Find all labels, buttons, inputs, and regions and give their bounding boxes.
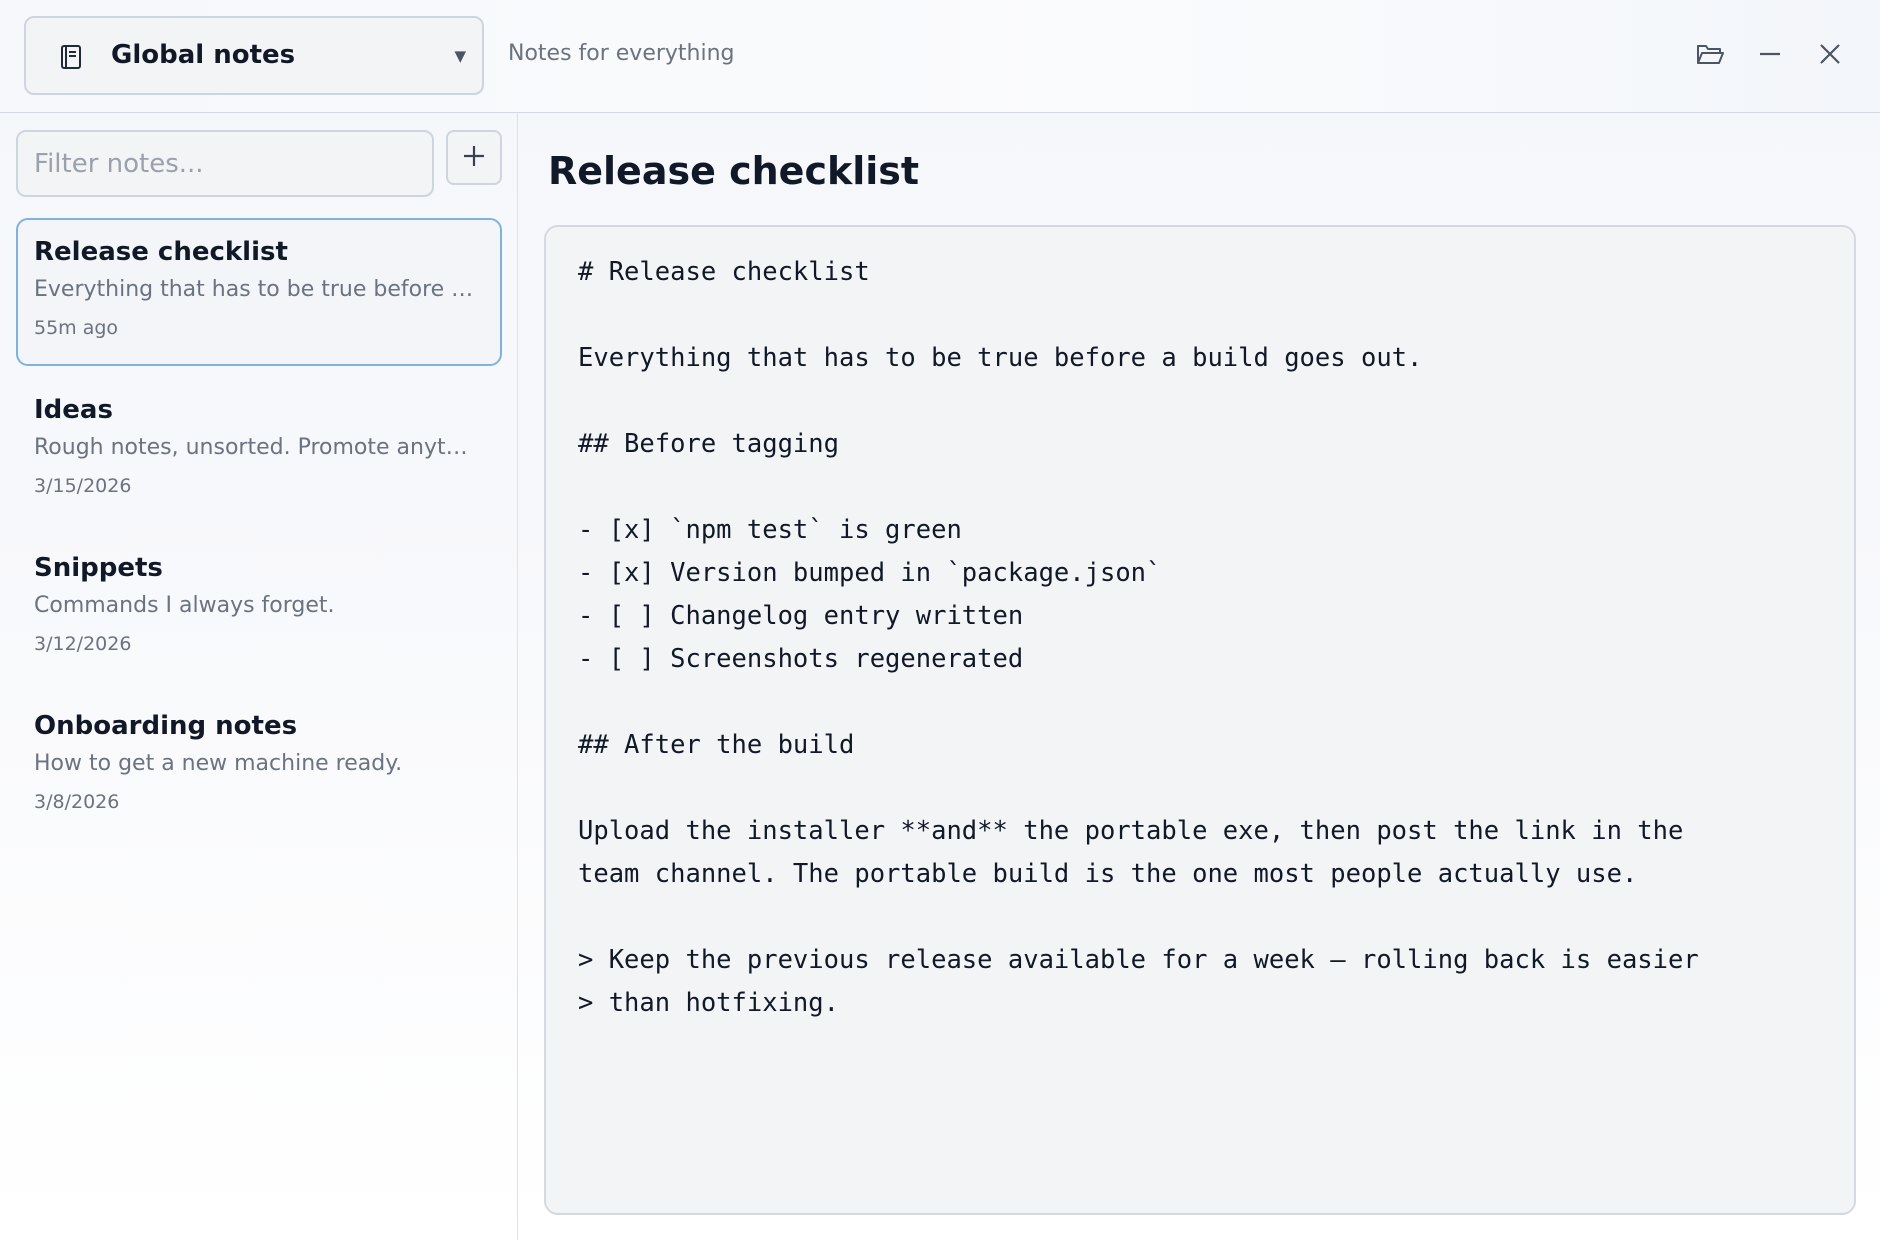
note-title: Snippets [34,553,163,583]
note-date: 3/15/2026 [34,475,132,497]
note-list-item[interactable]: Snippets Commands I always forget. 3/12/… [16,534,502,682]
minimize-icon [1757,41,1783,71]
notebook-icon [56,42,86,72]
note-heading: Release checklist [548,149,920,193]
open-folder-button[interactable] [1690,36,1730,76]
note-preview: How to get a new machine ready. [34,751,403,776]
plus-icon [461,143,487,173]
note-date: 55m ago [34,317,119,339]
notebook-description: Notes for everything [508,41,735,66]
title-bar: Global notes ▼ Notes for everything [0,0,1880,113]
note-list: Release checklist Everything that has to… [16,218,502,850]
filter-notes-input[interactable] [16,130,434,197]
folder-open-icon [1695,41,1725,71]
note-title: Ideas [34,395,113,425]
note-preview: Commands I always forget. [34,593,335,618]
note-preview: Everything that has to be true before a … [34,277,480,302]
close-icon [1817,41,1843,71]
note-date: 3/12/2026 [34,633,132,655]
add-note-button[interactable] [446,130,502,185]
note-title: Release checklist [34,237,288,267]
note-editor[interactable]: # Release checklist Everything that has … [544,225,1856,1215]
note-list-item[interactable]: Onboarding notes How to get a new machin… [16,692,502,840]
sidebar: Release checklist Everything that has to… [0,113,518,1240]
note-title: Onboarding notes [34,711,298,741]
note-list-item[interactable]: Ideas Rough notes, unsorted. Promote any… [16,376,502,524]
close-button[interactable] [1810,36,1850,76]
note-date: 3/8/2026 [34,791,120,813]
note-list-item[interactable]: Release checklist Everything that has to… [16,218,502,366]
notebook-selector[interactable]: Global notes ▼ [24,16,484,95]
note-editor-text[interactable]: # Release checklist Everything that has … [578,251,1834,1025]
chevron-down-icon: ▼ [454,47,466,65]
notebook-name: Global notes [111,40,296,70]
note-preview: Rough notes, unsorted. Promote anything … [34,435,480,460]
minimize-button[interactable] [1750,36,1790,76]
